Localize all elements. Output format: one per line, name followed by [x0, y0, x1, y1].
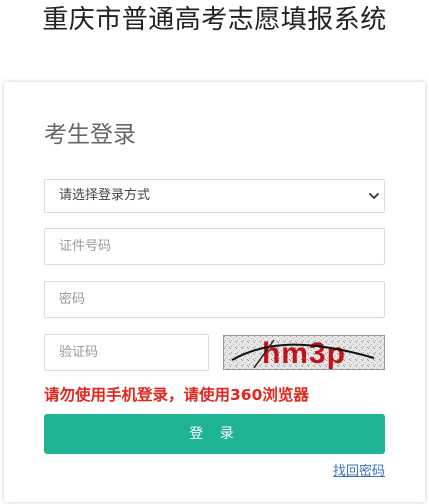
captcha-graphic: hm3p: [224, 336, 384, 369]
password-input[interactable]: [44, 281, 385, 318]
login-button[interactable]: 登 录: [44, 414, 385, 454]
login-panel: 考生登录 请选择登录方式 hm3p 请勿使用手机登录: [4, 82, 425, 502]
login-method-selected: 请选择登录方式: [59, 188, 151, 203]
captcha-image[interactable]: hm3p: [223, 335, 385, 370]
login-method-select[interactable]: 请选择登录方式: [44, 179, 385, 213]
login-heading: 考生登录: [44, 122, 136, 148]
forgot-password-link[interactable]: 找回密码: [333, 462, 385, 482]
browser-warning: 请勿使用手机登录，请使用360浏览器: [44, 386, 309, 404]
id-number-input[interactable]: [44, 228, 385, 265]
page-title: 重庆市普通高考志愿填报系统: [42, 5, 387, 35]
captcha-input[interactable]: [44, 334, 209, 371]
captcha-text: hm3p: [262, 337, 346, 369]
chevron-down-icon: [369, 193, 379, 199]
